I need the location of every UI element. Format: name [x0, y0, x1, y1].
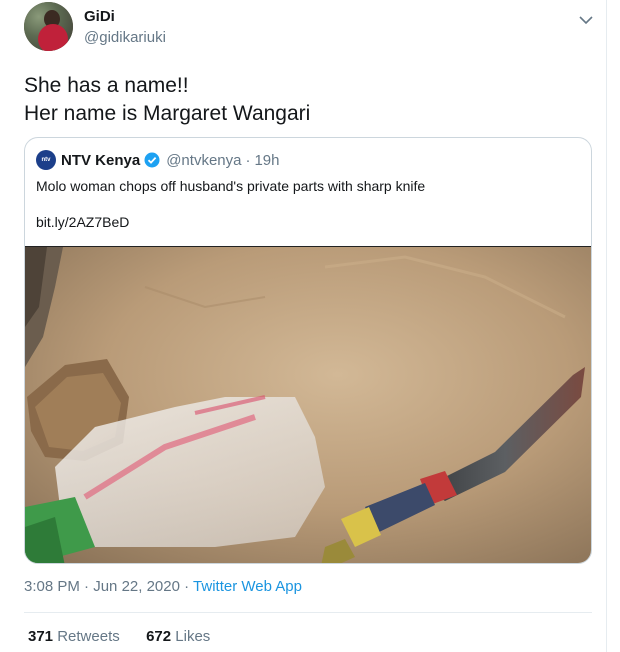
tweet-text-line: Her name is Margaret Wangari — [24, 102, 311, 125]
separator-dot: · — [245, 151, 251, 169]
retweets-label: Retweets — [57, 628, 120, 645]
tweet-text: She has a name!! Her name is Margaret Wa… — [24, 72, 594, 128]
column-border — [606, 0, 607, 652]
tweet-text-line: She has a name!! — [24, 74, 189, 97]
tweet-header: GiDi @gidikariuki — [24, 2, 604, 54]
likes-label: Likes — [175, 628, 211, 645]
quoted-tweet-header: ntv NTV Kenya @ntvkenya · 19h — [36, 150, 280, 170]
media-image[interactable] — [25, 246, 591, 563]
quoted-tweet[interactable]: ntv NTV Kenya @ntvkenya · 19h Molo woman… — [24, 137, 592, 564]
quoted-text: Molo woman chops off husband's private p… — [36, 178, 426, 194]
author-name[interactable]: GiDi — [84, 8, 115, 25]
chevron-down-icon[interactable] — [576, 10, 596, 30]
tweet-date[interactable]: Jun 22, 2020 — [93, 578, 180, 595]
media-photo — [25, 247, 591, 563]
quoted-avatar: ntv — [36, 150, 56, 170]
retweets-stat[interactable]: 371 Retweets — [28, 628, 120, 645]
tweet-meta: 3:08 PM · Jun 22, 2020 · Twitter Web App — [24, 578, 302, 595]
quoted-avatar-text: ntv — [41, 157, 51, 163]
author-handle[interactable]: @gidikariuki — [84, 29, 166, 46]
separator-dot: · — [84, 578, 90, 595]
quoted-link[interactable]: bit.ly/2AZ7BeD — [36, 212, 129, 232]
likes-count: 672 — [146, 628, 172, 645]
tweet-time[interactable]: 3:08 PM — [24, 578, 80, 595]
verified-badge-icon — [144, 152, 160, 168]
retweets-count: 371 — [28, 628, 54, 645]
source-app-link[interactable]: Twitter Web App — [193, 578, 302, 595]
divider — [24, 612, 592, 613]
quoted-timestamp: 19h — [254, 151, 280, 169]
tweet-stats: 371 Retweets 672 Likes — [28, 628, 210, 645]
avatar[interactable] — [24, 2, 73, 51]
separator-dot: · — [184, 578, 190, 595]
avatar-body — [38, 24, 68, 51]
quoted-author-handle: @ntvkenya — [166, 151, 242, 169]
quoted-author-name: NTV Kenya — [61, 151, 141, 169]
likes-stat[interactable]: 672 Likes — [146, 628, 210, 645]
